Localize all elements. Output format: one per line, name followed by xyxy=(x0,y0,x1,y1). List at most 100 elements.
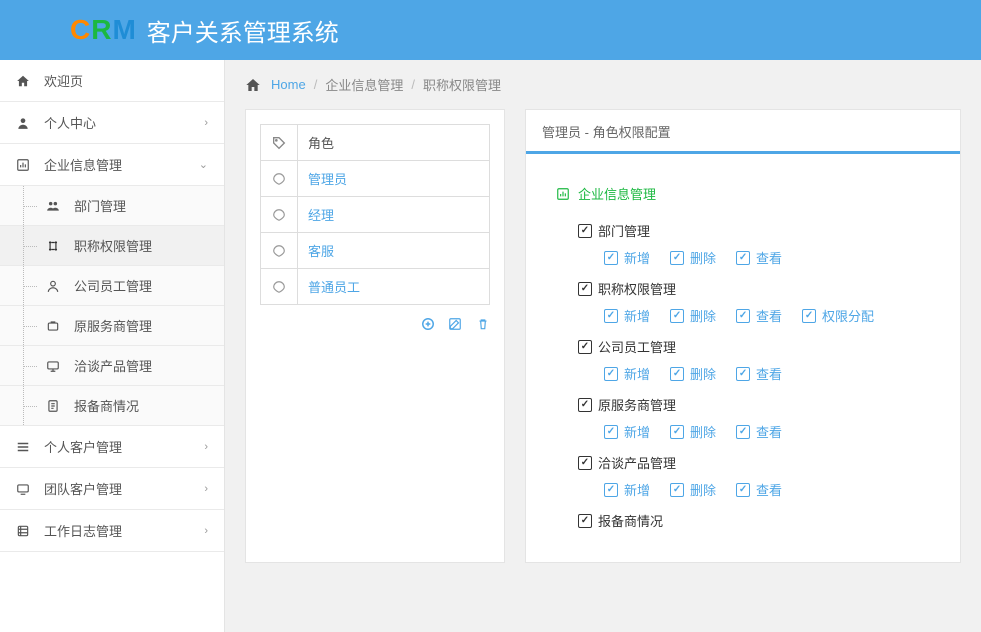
action-label: 删除 xyxy=(690,364,716,383)
nav-icon xyxy=(16,73,34,89)
action-checkbox[interactable]: 查看 xyxy=(736,364,782,383)
nav-label: 欢迎页 xyxy=(44,71,83,90)
module-checkbox[interactable]: 职称权限管理 xyxy=(578,279,676,298)
module-checkbox[interactable]: 报备商情况 xyxy=(578,511,663,530)
module-checkbox[interactable]: 公司员工管理 xyxy=(578,337,676,356)
nav-icon xyxy=(16,157,34,173)
sidebar-item[interactable]: 个人中心› xyxy=(0,102,224,144)
sidebar-subitem[interactable]: 职称权限管理 xyxy=(0,226,224,266)
action-checkbox[interactable]: 查看 xyxy=(736,480,782,499)
nav-icon xyxy=(16,523,34,539)
nav-icon xyxy=(16,481,34,497)
action-checkbox[interactable]: 查看 xyxy=(736,248,782,267)
action-label: 查看 xyxy=(756,306,782,325)
chevron-icon: › xyxy=(204,525,208,537)
action-label: 新增 xyxy=(624,248,650,267)
action-label: 新增 xyxy=(624,306,650,325)
action-checkbox[interactable]: 删除 xyxy=(670,422,716,441)
nav-label: 个人中心 xyxy=(44,113,96,132)
perm-title-suffix: - 角色权限配置 xyxy=(581,125,671,140)
sidebar-subitem[interactable]: 原服务商管理 xyxy=(0,306,224,346)
action-label: 删除 xyxy=(690,422,716,441)
action-label: 查看 xyxy=(756,364,782,383)
nav-label: 个人客户管理 xyxy=(44,437,122,456)
action-label: 查看 xyxy=(756,480,782,499)
nav-sub-icon xyxy=(46,198,64,214)
action-checkbox[interactable]: 删除 xyxy=(670,364,716,383)
sidebar-subitem[interactable]: 部门管理 xyxy=(0,186,224,226)
logo-m: M xyxy=(112,14,136,45)
role-link[interactable]: 客服 xyxy=(308,244,334,259)
role-link[interactable]: 经理 xyxy=(308,208,334,223)
module-checkbox[interactable]: 洽谈产品管理 xyxy=(578,453,676,472)
sidebar-item[interactable]: 团队客户管理› xyxy=(0,468,224,510)
leaf-icon xyxy=(261,233,298,269)
action-checkbox[interactable]: 新增 xyxy=(604,364,650,383)
action-checkbox[interactable]: 查看 xyxy=(736,422,782,441)
nav-sub-icon xyxy=(46,358,64,374)
sidebar-item[interactable]: 个人客户管理 › xyxy=(0,426,224,468)
breadcrumb-sep: / xyxy=(411,77,415,92)
chevron-icon: › xyxy=(204,441,208,453)
action-checkbox[interactable]: 权限分配 xyxy=(802,306,874,325)
action-label: 权限分配 xyxy=(822,306,874,325)
role-row: 经理 xyxy=(261,197,490,233)
sidebar-subitem[interactable]: 公司员工管理 xyxy=(0,266,224,306)
sidebar: 欢迎页个人中心›企业信息管理⌄部门管理职称权限管理公司员工管理原服务商管理洽谈产… xyxy=(0,60,225,632)
sidebar-item[interactable]: 欢迎页 xyxy=(0,60,224,102)
leaf-icon xyxy=(261,197,298,233)
delete-role-button[interactable] xyxy=(476,315,490,330)
app-header: CRM 客户关系管理系统 xyxy=(0,0,981,60)
nav-sub-icon xyxy=(46,238,64,254)
nav-sub-label: 部门管理 xyxy=(74,196,126,215)
permissions-panel: 管理员 - 角色权限配置 企业信息管理 部门管理新增删除查看职称权限管理新增删除… xyxy=(525,109,961,563)
sidebar-subitem[interactable]: 洽谈产品管理 xyxy=(0,346,224,386)
sidebar-item[interactable]: 企业信息管理 ⌄ xyxy=(0,144,224,186)
action-checkbox[interactable]: 查看 xyxy=(736,306,782,325)
role-link[interactable]: 普通员工 xyxy=(308,280,360,295)
sidebar-item[interactable]: 工作日志管理 › xyxy=(0,510,224,552)
breadcrumb-sep: / xyxy=(314,77,318,92)
app-title: 客户关系管理系统 xyxy=(147,13,339,48)
logo-c: C xyxy=(70,14,91,45)
perm-module: 部门管理新增 删除 查看 xyxy=(578,221,930,267)
nav-sub-label: 公司员工管理 xyxy=(74,276,152,295)
nav-sub-label: 报备商情况 xyxy=(74,396,139,415)
perm-group-label: 企业信息管理 xyxy=(578,184,656,203)
action-checkbox[interactable]: 删除 xyxy=(670,248,716,267)
nav-sub-icon xyxy=(46,318,64,334)
breadcrumb-level1: 企业信息管理 xyxy=(325,75,403,94)
role-row: 客服 xyxy=(261,233,490,269)
action-label: 删除 xyxy=(690,248,716,267)
nav-sub-icon xyxy=(46,398,64,414)
action-checkbox[interactable]: 删除 xyxy=(670,306,716,325)
action-checkbox[interactable]: 删除 xyxy=(670,480,716,499)
role-row: 管理员 xyxy=(261,161,490,197)
action-checkbox[interactable]: 新增 xyxy=(604,306,650,325)
roles-header-label: 角色 xyxy=(298,125,490,161)
action-label: 新增 xyxy=(624,422,650,441)
add-role-button[interactable] xyxy=(421,315,439,330)
module-checkbox[interactable]: 部门管理 xyxy=(578,221,650,240)
perm-module: 洽谈产品管理新增 删除 查看 xyxy=(578,453,930,499)
nav-sub-label: 职称权限管理 xyxy=(74,236,152,255)
module-label: 报备商情况 xyxy=(598,511,663,530)
chevron-icon: ⌄ xyxy=(199,158,208,171)
nav-label: 企业信息管理 xyxy=(44,155,122,174)
nav-label: 工作日志管理 xyxy=(44,521,122,540)
breadcrumb-home[interactable]: Home xyxy=(271,77,306,92)
action-checkbox[interactable]: 新增 xyxy=(604,422,650,441)
perm-module: 公司员工管理新增 删除 查看 xyxy=(578,337,930,383)
nav-icon xyxy=(16,439,34,455)
role-link[interactable]: 管理员 xyxy=(308,172,347,187)
edit-role-button[interactable] xyxy=(448,315,466,330)
sidebar-subitem[interactable]: 报备商情况 xyxy=(0,386,224,426)
action-checkbox[interactable]: 新增 xyxy=(604,480,650,499)
module-label: 公司员工管理 xyxy=(598,337,676,356)
roles-panel: 角色 管理员经理客服普通员工 xyxy=(245,109,505,563)
module-checkbox[interactable]: 原服务商管理 xyxy=(578,395,676,414)
breadcrumb: Home / 企业信息管理 / 职称权限管理 xyxy=(225,60,981,109)
action-checkbox[interactable]: 新增 xyxy=(604,248,650,267)
action-label: 新增 xyxy=(624,364,650,383)
module-label: 部门管理 xyxy=(598,221,650,240)
